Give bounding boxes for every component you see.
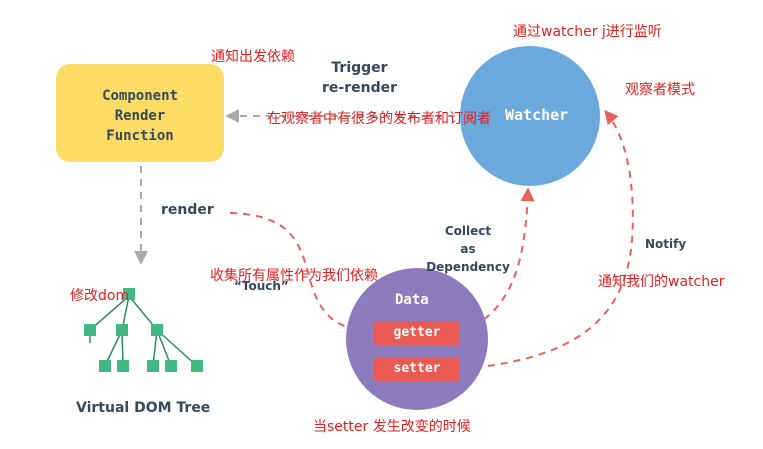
trigger-rerender-label: Trigger re-render [322, 58, 397, 98]
notify-label: Notify [645, 237, 687, 251]
data-label: Data [395, 292, 429, 308]
setter-pill: setter [374, 357, 460, 381]
component-label-line-3: Function [106, 128, 174, 144]
annotation-notify-watcher: 通知我们的watcher [598, 274, 725, 290]
collect-label-line-2: as Dependency [426, 242, 510, 274]
annotation-observer-pattern: 观察者模式 [625, 82, 695, 98]
trigger-label-line-2: re-render [322, 80, 397, 96]
trigger-label-line-1: Trigger [331, 60, 388, 76]
setter-label: setter [393, 361, 441, 376]
getter-label: getter [393, 325, 441, 340]
annotation-many-publishers: 在观察者中有很多的发布者和订阅者 [267, 111, 491, 127]
collect-label-line-1: Collect [444, 224, 492, 238]
collect-dependency-label: Collect as Dependency [418, 222, 518, 276]
annotation-setter-changed: 当setter 发生改变的时候 [313, 419, 471, 435]
virtual-dom-tree-caption: Virtual DOM Tree [76, 400, 211, 416]
annotation-notify-update: 通知出发依赖 [211, 49, 295, 65]
component-label-line-1: Component [102, 88, 178, 104]
annotation-watch-listen: 通过watcher j进行监听 [513, 24, 662, 40]
watcher-label: Watcher [505, 106, 569, 124]
annotation-modify-dom: 修改dom [70, 288, 130, 304]
component-label-line-2: Render [114, 108, 166, 124]
component-render-function-label: Component Render Function [56, 86, 224, 146]
getter-pill: getter [374, 321, 460, 345]
render-label: render [161, 202, 214, 218]
annotation-collect-all: 收集所有属性作为我们依赖 [210, 268, 378, 284]
